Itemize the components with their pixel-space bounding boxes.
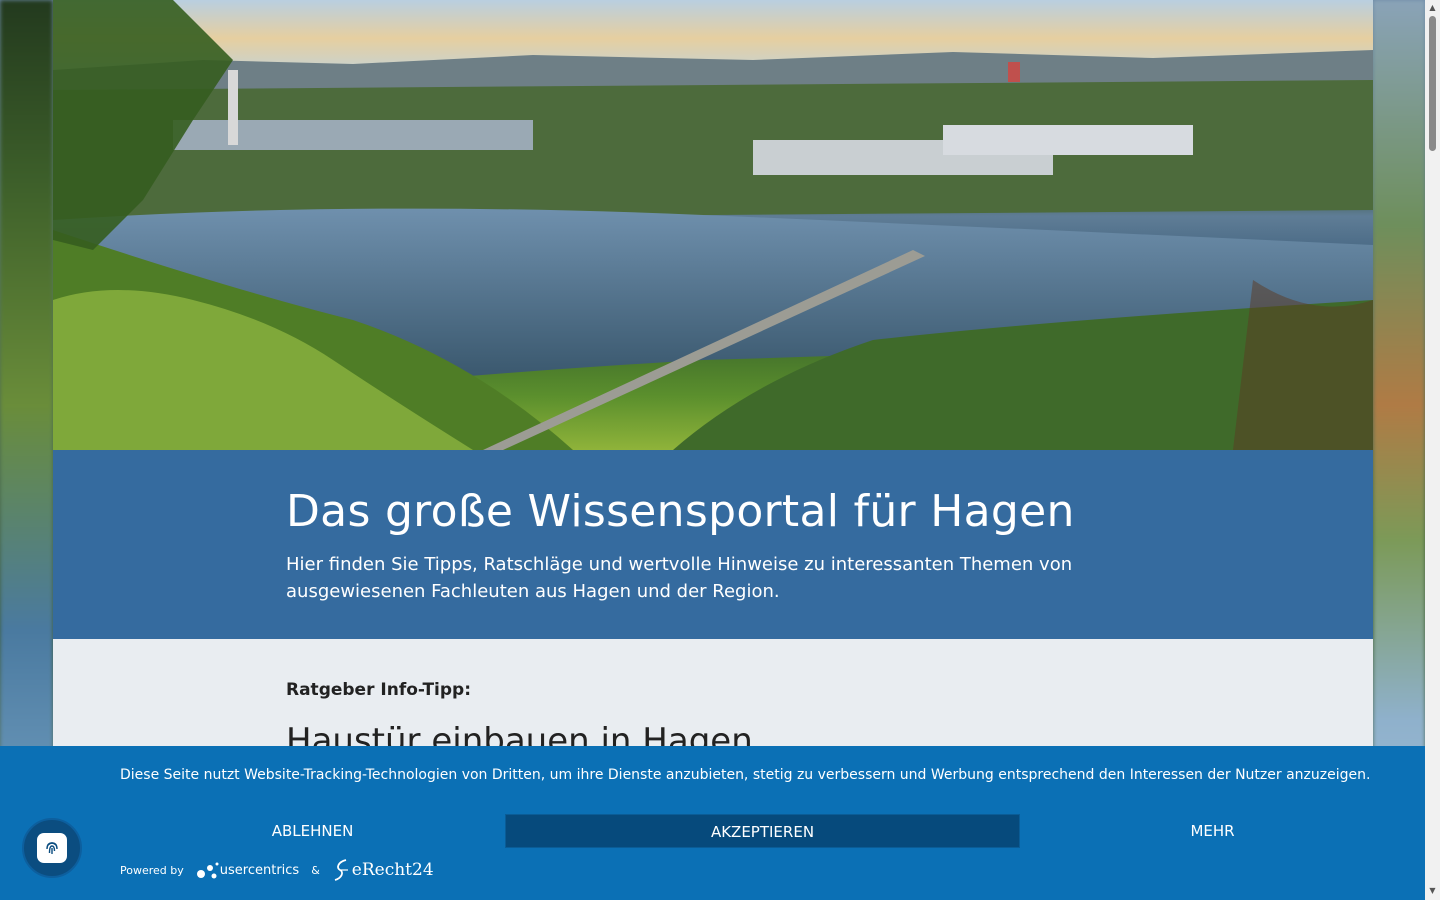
erecht24-logo[interactable]: eRecht24 [332,858,434,882]
page-title: Das große Wissensportal für Hagen [286,486,1075,537]
hero-banner: Das große Wissensportal für Hagen Hier f… [53,450,1373,639]
fingerprint-icon [37,833,67,863]
deny-button[interactable]: ABLEHNEN [120,814,505,848]
accept-button[interactable]: AKZEPTIEREN [505,814,1020,848]
hero-landscape-illustration [53,0,1373,450]
tip-label: Ratgeber Info-Tipp: [286,680,472,700]
scroll-up-icon[interactable]: ▲ [1428,3,1437,12]
ampersand: & [311,863,320,877]
usercentrics-dots-icon [196,862,219,879]
usercentrics-logo[interactable]: usercentrics [196,859,299,881]
scrollbar-thumb[interactable] [1429,16,1436,151]
cookie-banner: Diese Seite nutzt Website-Tracking-Techn… [0,746,1425,900]
usercentrics-label: usercentrics [219,862,300,878]
powered-by: Powered by usercentrics & eRecht24 [120,858,434,882]
privacy-settings-button[interactable] [22,818,82,878]
cookie-message: Diese Seite nutzt Website-Tracking-Techn… [120,767,1371,783]
powered-by-label: Powered by [120,863,184,877]
hero-image [53,0,1373,450]
page-subtitle: Hier finden Sie Tipps, Ratschläge und we… [286,554,1073,602]
erecht24-label: eRecht24 [351,860,434,880]
more-button[interactable]: MEHR [1020,814,1405,848]
scroll-down-icon[interactable]: ▼ [1428,886,1437,895]
scrollbar[interactable]: ▲ ▼ [1425,0,1440,900]
erecht24-swirl-icon [334,859,348,881]
